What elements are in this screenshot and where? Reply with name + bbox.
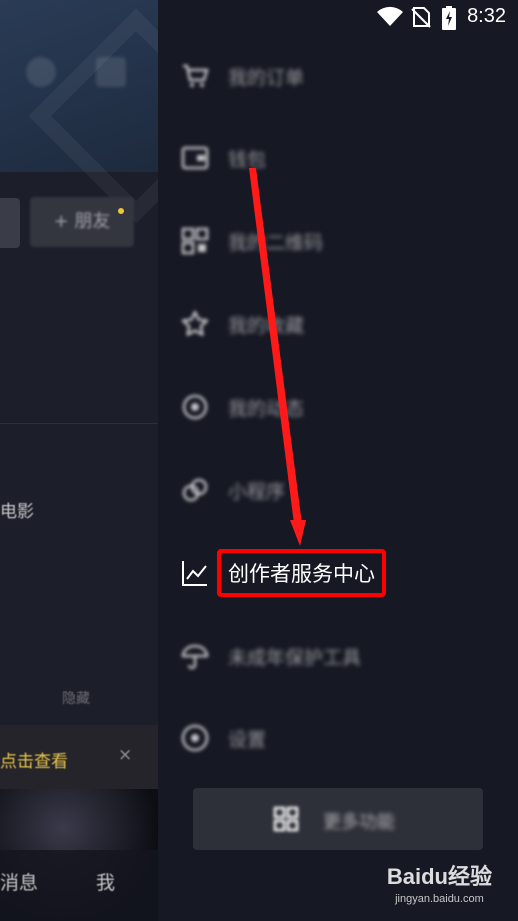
baidu-watermark: Baidu经验 jingyan.baidu.com [387, 859, 492, 905]
settings-icon [180, 723, 210, 753]
activity-icon [180, 392, 210, 422]
background-hint-text: 点击查看 [0, 752, 68, 772]
chart-icon [180, 558, 210, 588]
highlight-box [217, 549, 386, 597]
umbrella-icon [180, 641, 210, 671]
background-notify-dot [118, 208, 124, 214]
wifi-icon [377, 6, 403, 26]
menu-label-favorites: 我的收藏 [228, 314, 305, 337]
qrcode-icon [180, 226, 210, 256]
background-small-text: 隐藏 [62, 691, 90, 707]
menu-label-miniprogram: 小程序 [228, 480, 286, 503]
status-bar: 8:32 [0, 0, 518, 36]
no-sim-icon [411, 7, 431, 28]
menu-item-favorites[interactable]: 我的收藏 [158, 283, 518, 365]
cart-icon [180, 61, 210, 91]
menu-label-settings: 设置 [228, 728, 267, 751]
background-menu-icon [96, 57, 126, 87]
menu-label-qrcode: 我的二维码 [228, 231, 324, 254]
menu-item-settings[interactable]: 设置 [158, 697, 518, 779]
more-features-label: 更多功能 [323, 812, 395, 833]
battery-charging-icon [442, 6, 456, 30]
menu-item-miniprogram[interactable]: 小程序 [158, 449, 518, 531]
menu-item-qrcode[interactable]: 我的二维码 [158, 200, 518, 282]
background-close-icon: × [118, 745, 133, 765]
star-icon [180, 309, 210, 339]
menu-item-activity[interactable]: 我的动态 [158, 366, 518, 448]
background-share-icon [26, 57, 56, 87]
miniprogram-icon [180, 475, 210, 505]
more-features-button[interactable]: 更多功能 [193, 788, 483, 850]
menu-item-wallet[interactable]: 钱包 [158, 117, 518, 199]
watermark-url: jingyan.baidu.com [395, 893, 484, 905]
background-movie-text: 电影 [0, 502, 34, 522]
background-divider [0, 423, 158, 424]
menu-label-activity: 我的动态 [228, 397, 305, 420]
wallet-icon [180, 143, 210, 173]
menu-label-minor-protection: 未成年保护工具 [228, 646, 362, 669]
background-banner: 点击查看 × [0, 725, 158, 789]
menu-item-orders[interactable]: 我的订单 [158, 35, 518, 117]
background-friend-button: + 朋友 [30, 197, 134, 247]
menu-label-wallet: 钱包 [228, 148, 267, 171]
background-nav-label-left: 消息 [0, 872, 39, 894]
background-profile-page: + 朋友 电影 隐藏 点击查看 × 消息 我 [0, 0, 158, 921]
menu-item-minor-protection[interactable]: 未成年保护工具 [158, 615, 518, 697]
menu-label-orders: 我的订单 [228, 66, 305, 89]
grid-icon [273, 806, 299, 832]
watermark-brand: Baidu经验 [386, 864, 492, 889]
status-time: 8:32 [467, 5, 506, 27]
background-bottom-nav: 消息 我 [0, 850, 158, 921]
background-edit-button [0, 198, 20, 248]
background-nav-label-right: 我 [96, 872, 116, 894]
side-drawer: 我的订单 钱包 我的二维码 我的收藏 我的动态 小程序 创作者服务中心 未成年保… [158, 0, 518, 921]
